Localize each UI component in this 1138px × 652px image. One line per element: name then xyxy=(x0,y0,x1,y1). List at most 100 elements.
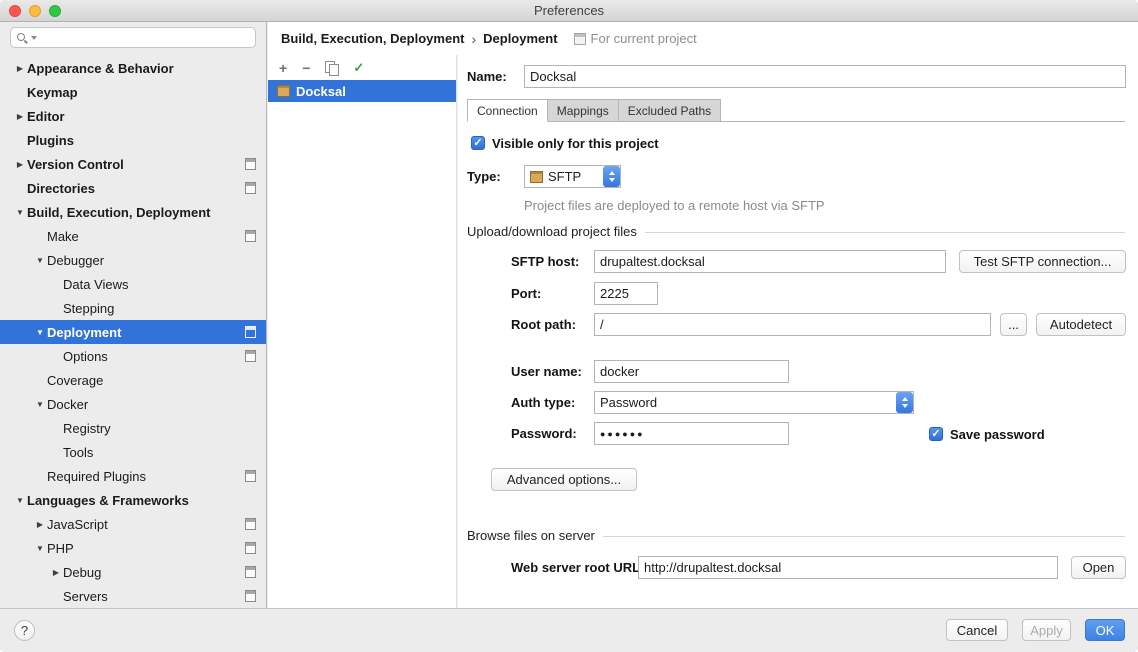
chevron-right-icon[interactable]: ▶ xyxy=(13,112,27,121)
save-password-row: ✓ Save password xyxy=(929,426,1045,442)
sidebar-item-label: Registry xyxy=(63,421,111,436)
sftp-host-label: SFTP host: xyxy=(511,250,579,273)
sidebar-item-javascript[interactable]: ▶JavaScript xyxy=(0,512,266,536)
sidebar-item-registry[interactable]: Registry xyxy=(0,416,266,440)
add-icon[interactable]: + xyxy=(279,61,287,75)
search-input[interactable] xyxy=(41,31,250,45)
preferences-window: Preferences ▶Appearance & BehaviorKeymap… xyxy=(0,0,1138,652)
sidebar-item-options[interactable]: Options xyxy=(0,344,266,368)
tab-excluded-paths[interactable]: Excluded Paths xyxy=(619,99,721,122)
ok-button[interactable]: OK xyxy=(1085,619,1125,641)
sidebar-item-label: Debug xyxy=(63,565,101,580)
servers-panel: + − ✓ Docksal xyxy=(268,55,457,608)
window-title: Preferences xyxy=(0,0,1138,21)
scope-indicator: For current project xyxy=(574,31,697,46)
test-sftp-connection-button[interactable]: Test SFTP connection... xyxy=(959,250,1126,273)
sidebar-item-coverage[interactable]: Coverage xyxy=(0,368,266,392)
remove-icon[interactable]: − xyxy=(302,61,310,75)
breadcrumb-separator: › xyxy=(471,31,476,47)
sidebar-item-data-views[interactable]: Data Views xyxy=(0,272,266,296)
port-input[interactable] xyxy=(594,282,658,305)
copy-icon[interactable] xyxy=(325,61,338,74)
visible-only-checkbox[interactable]: ✓ xyxy=(471,136,485,150)
user-name-input[interactable] xyxy=(594,360,789,383)
sidebar-item-label: Appearance & Behavior xyxy=(27,61,174,76)
zoom-button[interactable] xyxy=(49,5,61,17)
breadcrumb-parent[interactable]: Build, Execution, Deployment xyxy=(281,31,464,46)
sidebar-item-required-plugins[interactable]: Required Plugins xyxy=(0,464,266,488)
chevron-right-icon[interactable]: ▶ xyxy=(13,160,27,169)
tab-connection[interactable]: Connection xyxy=(467,99,548,122)
server-name: Docksal xyxy=(296,84,346,99)
chevron-down-icon[interactable]: ▼ xyxy=(13,208,27,217)
sidebar-item-plugins[interactable]: Plugins xyxy=(0,128,266,152)
sidebar-item-build-execution-deployment[interactable]: ▼Build, Execution, Deployment xyxy=(0,200,266,224)
sidebar-item-php[interactable]: ▼PHP xyxy=(0,536,266,560)
check-icon: ✓ xyxy=(931,428,940,440)
help-button[interactable]: ? xyxy=(14,620,35,641)
chevron-down-icon[interactable]: ▼ xyxy=(33,400,47,409)
user-name-label: User name: xyxy=(511,360,582,383)
name-input[interactable] xyxy=(524,65,1126,88)
sftp-type-icon xyxy=(530,171,543,183)
chevron-right-icon[interactable]: ▶ xyxy=(49,568,63,577)
web-root-input[interactable] xyxy=(638,556,1058,579)
sidebar-item-label: Languages & Frameworks xyxy=(27,493,189,508)
save-password-checkbox[interactable]: ✓ xyxy=(929,427,943,441)
root-path-label: Root path: xyxy=(511,313,576,336)
chevron-down-icon[interactable]: ▼ xyxy=(33,256,47,265)
search-icon xyxy=(16,31,29,44)
chevron-right-icon[interactable]: ▶ xyxy=(33,520,47,529)
project-level-icon xyxy=(245,158,256,170)
type-value: SFTP xyxy=(548,169,598,184)
chevron-down-icon[interactable]: ▼ xyxy=(13,496,27,505)
auth-type-combobox[interactable]: Password xyxy=(594,391,914,414)
sidebar-item-label: Servers xyxy=(63,589,108,604)
breadcrumb-current[interactable]: Deployment xyxy=(483,31,557,46)
project-level-icon xyxy=(245,470,256,482)
tab-mappings[interactable]: Mappings xyxy=(548,99,619,122)
sidebar-item-docker[interactable]: ▼Docker xyxy=(0,392,266,416)
chevron-down-icon[interactable]: ▼ xyxy=(33,328,47,337)
sidebar-item-label: Keymap xyxy=(27,85,78,100)
sidebar-item-deployment[interactable]: ▼Deployment xyxy=(0,320,266,344)
root-path-input[interactable] xyxy=(594,313,991,336)
sidebar-item-editor[interactable]: ▶Editor xyxy=(0,104,266,128)
type-combobox[interactable]: SFTP xyxy=(524,165,621,188)
cancel-button[interactable]: Cancel xyxy=(946,619,1008,641)
close-button[interactable] xyxy=(9,5,21,17)
password-input[interactable] xyxy=(594,422,789,445)
browse-root-path-button[interactable]: ... xyxy=(1000,313,1027,336)
server-list-item-docksal[interactable]: Docksal xyxy=(268,80,456,102)
project-level-icon xyxy=(245,350,256,362)
type-label: Type: xyxy=(467,165,501,188)
advanced-options-button[interactable]: Advanced options... xyxy=(491,468,637,491)
servers-toolbar: + − ✓ xyxy=(268,55,456,80)
search-scope-chevron-icon[interactable] xyxy=(31,36,37,40)
open-button[interactable]: Open xyxy=(1071,556,1126,579)
sidebar-item-servers[interactable]: Servers xyxy=(0,584,266,608)
apply-button[interactable]: Apply xyxy=(1022,619,1071,641)
chevron-down-icon[interactable]: ▼ xyxy=(33,544,47,553)
deployment-form: Name: ConnectionMappingsExcluded Paths ✓… xyxy=(458,55,1138,608)
save-password-label: Save password xyxy=(950,427,1045,442)
sftp-host-input[interactable] xyxy=(594,250,946,273)
sidebar-item-tools[interactable]: Tools xyxy=(0,440,266,464)
chevron-right-icon[interactable]: ▶ xyxy=(13,64,27,73)
minimize-button[interactable] xyxy=(29,5,41,17)
current-project-icon xyxy=(574,33,586,45)
sidebar-item-debug[interactable]: ▶Debug xyxy=(0,560,266,584)
sidebar-item-version-control[interactable]: ▶Version Control xyxy=(0,152,266,176)
sidebar-item-stepping[interactable]: Stepping xyxy=(0,296,266,320)
sidebar-item-label: PHP xyxy=(47,541,74,556)
sidebar-item-directories[interactable]: Directories xyxy=(0,176,266,200)
sidebar-item-debugger[interactable]: ▼Debugger xyxy=(0,248,266,272)
sidebar-item-keymap[interactable]: Keymap xyxy=(0,80,266,104)
use-as-default-icon[interactable]: ✓ xyxy=(353,61,364,75)
sidebar-item-languages-frameworks[interactable]: ▼Languages & Frameworks xyxy=(0,488,266,512)
settings-search[interactable] xyxy=(10,27,256,48)
sidebar-item-appearance-behavior[interactable]: ▶Appearance & Behavior xyxy=(0,56,266,80)
sidebar-item-make[interactable]: Make xyxy=(0,224,266,248)
settings-sidebar: ▶Appearance & BehaviorKeymap▶EditorPlugi… xyxy=(0,22,267,608)
autodetect-button[interactable]: Autodetect xyxy=(1036,313,1126,336)
